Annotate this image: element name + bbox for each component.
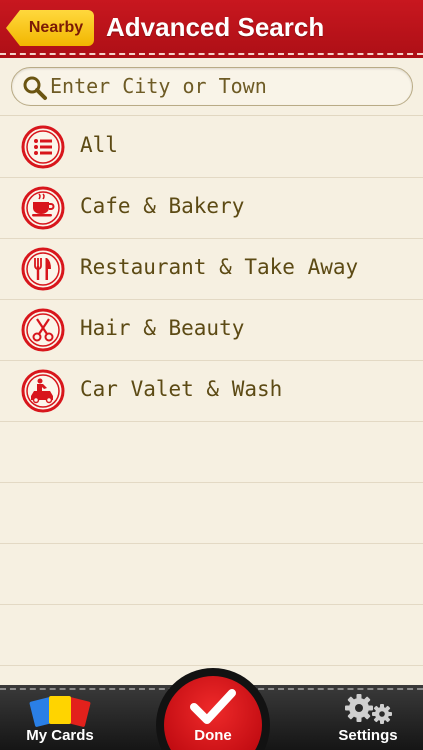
category-item-hair-beauty[interactable]: Hair & Beauty: [0, 300, 423, 361]
category-label: All: [80, 133, 118, 157]
done-button[interactable]: Done: [156, 668, 270, 750]
empty-row: [0, 605, 423, 666]
category-item-car-valet[interactable]: Car Valet & Wash: [0, 361, 423, 422]
city-search-input[interactable]: [50, 71, 405, 101]
category-label: Cafe & Bakery: [80, 194, 245, 218]
list-icon: [21, 125, 65, 169]
settings-tab[interactable]: Settings: [318, 685, 418, 750]
coffee-cup-icon: [21, 186, 65, 230]
page-title: Advanced Search: [106, 12, 325, 42]
checkmark-icon: [190, 689, 236, 724]
search-icon: [23, 76, 47, 100]
car-wash-icon: [21, 369, 65, 413]
category-list: All Cafe & Bakery Restaurant & Take Away: [0, 117, 423, 666]
category-item-all[interactable]: All: [0, 117, 423, 178]
navigation-bar: Nearby Advanced Search: [0, 0, 423, 58]
empty-row: [0, 483, 423, 544]
gears-icon: [345, 694, 392, 724]
empty-row: [0, 422, 423, 483]
category-item-restaurant[interactable]: Restaurant & Take Away: [0, 239, 423, 300]
cards-icon: [29, 696, 91, 727]
category-label: Car Valet & Wash: [80, 377, 283, 401]
scissors-icon: [21, 308, 65, 352]
my-cards-tab[interactable]: My Cards: [10, 685, 110, 750]
my-cards-label: My Cards: [26, 727, 94, 744]
category-label: Hair & Beauty: [80, 316, 245, 340]
search-area: [0, 58, 423, 116]
nearby-back-button[interactable]: Nearby: [6, 10, 94, 46]
search-box[interactable]: [11, 67, 413, 106]
fork-knife-icon: [21, 247, 65, 291]
category-item-cafe-bakery[interactable]: Cafe & Bakery: [0, 178, 423, 239]
settings-label: Settings: [338, 727, 398, 744]
category-label: Restaurant & Take Away: [80, 255, 359, 279]
done-label: Done: [194, 727, 232, 744]
empty-row: [0, 544, 423, 605]
